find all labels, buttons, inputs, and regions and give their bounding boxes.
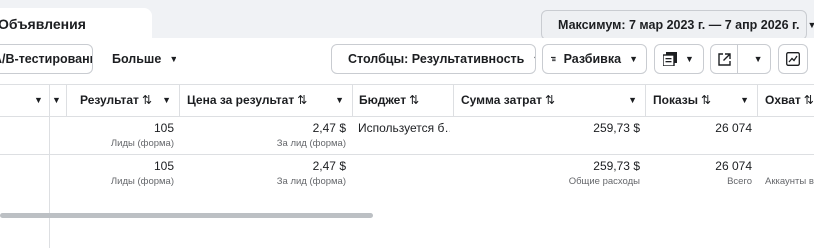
date-range-label: Максимум: 7 мар 2023 г. — 7 апр 2026 г. <box>558 18 800 32</box>
column-menu-icon[interactable]: ▼ <box>52 84 66 116</box>
column-header-label: Цена за результат <box>187 93 295 107</box>
sort-icon: ⇅ <box>701 93 712 107</box>
result-cell: 105 Лиды (форма) <box>80 121 174 149</box>
amount-spent-sublabel: Общие расходы <box>568 176 640 187</box>
amount-spent-cell: 259,73 $ Общие расходы <box>461 159 640 187</box>
divider <box>0 116 814 117</box>
chevron-down-icon: ▼ <box>807 20 814 30</box>
chevron-down-icon: ▼ <box>162 95 171 105</box>
divider <box>49 84 50 248</box>
chevron-down-icon: ▼ <box>629 54 638 64</box>
result-sublabel: Лиды (форма) <box>110 176 174 187</box>
export-menu-button[interactable]: ▼ <box>746 45 770 73</box>
tab-ads[interactable]: Объявления <box>0 8 152 42</box>
result-sublabel: Лиды (форма) <box>110 138 174 149</box>
chevron-down-icon: ▼ <box>169 54 176 64</box>
impressions-value: 26 074 <box>715 121 752 135</box>
sort-icon: ⇅ <box>803 93 814 107</box>
amount-spent-cell: 259,73 $ <box>461 121 640 135</box>
cost-per-result-value: 2,47 $ <box>312 121 346 135</box>
result-cell: 105 Лиды (форма) <box>80 159 174 187</box>
divider <box>179 84 180 116</box>
divider <box>757 84 758 116</box>
chevron-down-icon: ▼ <box>532 54 535 64</box>
ab-test-button[interactable]: А/В-тестирование <box>0 44 93 74</box>
column-header-label: Охват <box>765 93 801 107</box>
sort-icon: ⇅ <box>409 93 420 107</box>
sort-icon: ⇅ <box>545 93 556 107</box>
impressions-cell: 26 074 <box>653 121 752 135</box>
divider <box>0 154 814 155</box>
chevron-down-icon: ▼ <box>628 95 637 105</box>
column-header-impressions[interactable]: Показы ⇅ ▼ <box>653 84 757 116</box>
column-header-amount-spent[interactable]: Сумма затрат ⇅ ▼ <box>461 84 645 116</box>
budget-cell: Используется б… <box>358 121 450 135</box>
column-header-reach[interactable]: Охват ⇅ <box>765 84 814 116</box>
more-label: Больше <box>112 52 162 66</box>
amount-spent-value: 259,73 $ <box>593 159 640 173</box>
result-value: 105 <box>153 159 174 173</box>
reports-icon <box>663 52 677 66</box>
chevron-down-icon: ▼ <box>335 95 344 105</box>
column-header-label: Показы <box>653 93 698 107</box>
breakdown-icon <box>551 56 556 62</box>
column-header-label: Сумма затрат <box>461 93 543 107</box>
cost-per-result-sublabel: За лид (форма) <box>276 138 346 149</box>
sort-icon: ⇅ <box>297 93 308 107</box>
ab-test-label: А/В-тестирование <box>0 52 92 66</box>
external-link-icon <box>717 52 731 66</box>
export-button-group: ▼ <box>710 44 771 74</box>
result-value: 105 <box>153 121 174 135</box>
columns-button[interactable]: Столбцы: Результативность ▼ <box>331 44 536 74</box>
breakdown-button[interactable]: Разбивка ▼ <box>542 44 647 74</box>
tab-ads-label: Объявления <box>0 16 86 32</box>
export-button[interactable] <box>711 45 739 73</box>
chevron-down-icon: ▼ <box>740 95 749 105</box>
columns-label: Столбцы: Результативность <box>348 52 525 66</box>
chart-icon <box>786 52 800 66</box>
budget-value: Используется б… <box>358 121 450 135</box>
date-range-button[interactable]: Максимум: 7 мар 2023 г. — 7 апр 2026 г. … <box>541 10 814 40</box>
reports-button[interactable]: ▼ <box>654 44 704 74</box>
reach-value <box>765 159 814 173</box>
chevron-down-icon: ▼ <box>685 54 694 64</box>
horizontal-scrollbar[interactable] <box>0 213 373 218</box>
column-header-label: Бюджет <box>359 93 407 107</box>
more-button[interactable]: Больше ▼ <box>104 44 176 74</box>
chevron-down-icon: ▼ <box>753 54 763 64</box>
column-header-cost-per-result[interactable]: Цена за результат ⇅ ▼ <box>187 84 352 116</box>
cost-per-result-value: 2,47 $ <box>312 159 346 173</box>
cost-per-result-sublabel: За лид (форма) <box>276 176 346 187</box>
charts-button[interactable] <box>778 44 808 74</box>
impressions-value: 26 074 <box>715 159 752 173</box>
divider <box>453 84 454 116</box>
impressions-sublabel: Всего <box>727 176 752 187</box>
column-header-label: Результат <box>80 93 139 107</box>
column-menu-icon[interactable]: ▼ <box>34 84 48 116</box>
divider <box>645 84 646 116</box>
divider <box>352 84 353 116</box>
amount-spent-value: 259,73 $ <box>593 121 640 135</box>
ads-panel: А/В-тестирование Больше ▼ Столбцы: Резул… <box>0 38 814 248</box>
cost-per-result-cell: 2,47 $ За лид (форма) <box>187 121 346 149</box>
reach-sublabel: Аккаунты в <box>765 176 814 187</box>
sort-icon: ⇅ <box>141 93 152 107</box>
divider <box>66 84 67 116</box>
breakdown-label: Разбивка <box>563 52 622 66</box>
column-header-result[interactable]: Результат ⇅ ▼ <box>80 84 179 116</box>
column-header-budget[interactable]: Бюджет ⇅ <box>359 84 453 116</box>
reach-cell: Аккаунты в <box>765 159 814 187</box>
results-table: ▼ ▼ Результат ⇅ ▼ Цена за результат ⇅ ▼ … <box>0 84 814 248</box>
impressions-cell: 26 074 Всего <box>653 159 752 187</box>
cost-per-result-cell: 2,47 $ За лид (форма) <box>187 159 346 187</box>
